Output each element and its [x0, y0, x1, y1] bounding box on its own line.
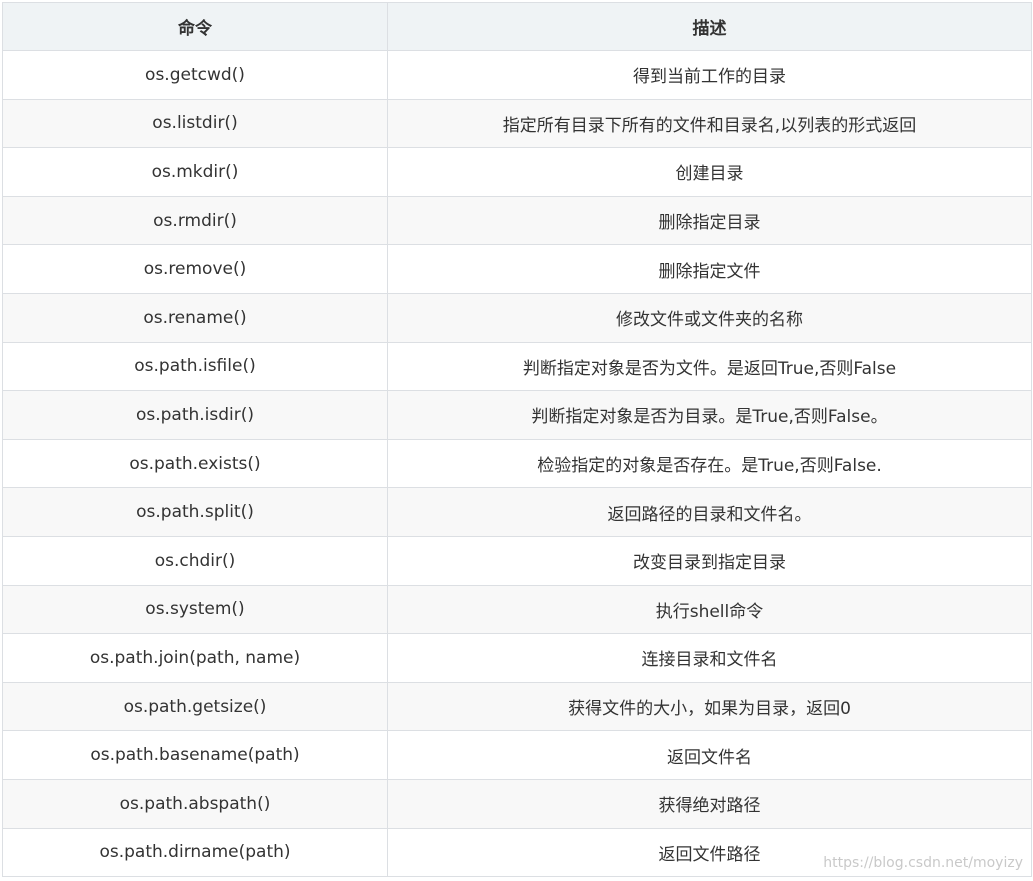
description-cell: 连接目录和文件名: [387, 633, 1032, 683]
table-row: os.rename() 修改文件或文件夹的名称: [2, 292, 1032, 343]
table-row: os.path.basename(path) 返回文件名: [2, 730, 1032, 780]
table-header-row: 命令 描述: [2, 2, 1032, 51]
table-row: os.path.isdir() 判断指定对象是否为目录。是True,否则Fals…: [2, 390, 1032, 440]
command-cell: os.path.isfile(): [2, 341, 388, 392]
command-cell: os.path.abspath(): [2, 778, 388, 829]
table-row: os.path.exists() 检验指定的对象是否存在。是True,否则Fal…: [2, 438, 1032, 489]
description-cell: 返回文件名: [387, 730, 1032, 780]
watermark: https://blog.csdn.net/moyizy: [823, 855, 1023, 871]
table-row: os.rmdir() 删除指定目录: [2, 195, 1032, 246]
description-cell: 获得绝对路径: [387, 778, 1032, 829]
command-cell: os.path.dirname(path): [2, 827, 388, 878]
description-cell: 返回路径的目录和文件名。: [387, 487, 1032, 537]
command-cell: os.rename(): [2, 292, 388, 343]
description-cell: 判断指定对象是否为文件。是返回True,否则False: [387, 341, 1032, 392]
os-commands-table: 命令 描述 os.getcwd() 得到当前工作的目录 os.listdir()…: [2, 2, 1032, 878]
table-row: os.system() 执行shell命令: [2, 584, 1032, 635]
command-cell: os.path.isdir(): [2, 390, 388, 440]
description-cell: 删除指定目录: [387, 195, 1032, 246]
os-commands-table-container: 命令 描述 os.getcwd() 得到当前工作的目录 os.listdir()…: [2, 2, 1032, 878]
table-row: os.remove() 删除指定文件: [2, 244, 1032, 294]
command-cell: os.system(): [2, 584, 388, 635]
table-body: os.getcwd() 得到当前工作的目录 os.listdir() 指定所有目…: [2, 50, 1032, 878]
description-cell: 修改文件或文件夹的名称: [387, 292, 1032, 343]
header-command: 命令: [2, 2, 388, 51]
command-cell: os.getcwd(): [2, 50, 388, 100]
command-cell: os.path.getsize(): [2, 681, 388, 732]
table-row: os.listdir() 指定所有目录下所有的文件和目录名,以列表的形式返回: [2, 98, 1032, 149]
command-cell: os.remove(): [2, 244, 388, 294]
description-cell: 判断指定对象是否为目录。是True,否则False。: [387, 390, 1032, 440]
table-row: os.path.getsize() 获得文件的大小，如果为目录，返回0: [2, 681, 1032, 732]
description-cell: 删除指定文件: [387, 244, 1032, 294]
table-row: os.path.split() 返回路径的目录和文件名。: [2, 487, 1032, 537]
description-cell: 指定所有目录下所有的文件和目录名,以列表的形式返回: [387, 98, 1032, 149]
command-cell: os.path.exists(): [2, 438, 388, 489]
command-cell: os.path.join(path, name): [2, 633, 388, 683]
command-cell: os.path.basename(path): [2, 730, 388, 780]
description-cell: 得到当前工作的目录: [387, 50, 1032, 100]
table-row: os.getcwd() 得到当前工作的目录: [2, 50, 1032, 100]
description-cell: 创建目录: [387, 147, 1032, 197]
description-cell: 改变目录到指定目录: [387, 535, 1032, 586]
command-cell: os.mkdir(): [2, 147, 388, 197]
command-cell: os.chdir(): [2, 535, 388, 586]
table-row: os.path.join(path, name) 连接目录和文件名: [2, 633, 1032, 683]
command-cell: os.rmdir(): [2, 195, 388, 246]
table-row: os.path.isfile() 判断指定对象是否为文件。是返回True,否则F…: [2, 341, 1032, 392]
description-cell: 获得文件的大小，如果为目录，返回0: [387, 681, 1032, 732]
table-row: os.mkdir() 创建目录: [2, 147, 1032, 197]
table-row: os.chdir() 改变目录到指定目录: [2, 535, 1032, 586]
description-cell: 检验指定的对象是否存在。是True,否则False.: [387, 438, 1032, 489]
command-cell: os.listdir(): [2, 98, 388, 149]
header-description: 描述: [387, 2, 1032, 51]
description-cell: 执行shell命令: [387, 584, 1032, 635]
table-row: os.path.abspath() 获得绝对路径: [2, 778, 1032, 829]
command-cell: os.path.split(): [2, 487, 388, 537]
